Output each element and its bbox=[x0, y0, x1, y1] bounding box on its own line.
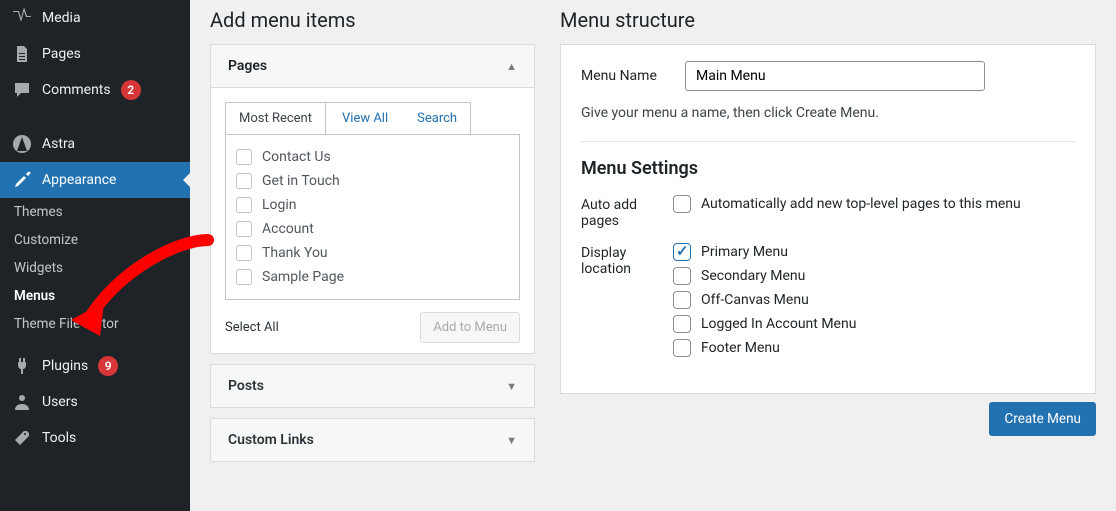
menu-name-label: Menu Name bbox=[581, 68, 671, 84]
accordion-header-pages[interactable]: Pages ▲ bbox=[211, 45, 534, 87]
add-menu-items-column: Add menu items Pages ▲ Most Recent View … bbox=[210, 0, 535, 511]
chevron-down-icon: ▼ bbox=[506, 434, 517, 447]
sidebar-item-media[interactable]: Media bbox=[0, 0, 190, 36]
comments-badge: 2 bbox=[121, 80, 141, 100]
sidebar-item-pages[interactable]: Pages bbox=[0, 36, 190, 72]
sidebar-item-label: Media bbox=[42, 10, 81, 26]
list-item[interactable]: Get in Touch bbox=[234, 169, 511, 193]
sidebar-item-plugins[interactable]: Plugins 9 bbox=[0, 348, 190, 384]
page-checkbox[interactable] bbox=[236, 197, 252, 213]
wrench-icon bbox=[12, 428, 32, 448]
plug-icon bbox=[12, 356, 32, 376]
sidebar-item-label: Appearance bbox=[42, 172, 116, 188]
page-checkbox[interactable] bbox=[236, 269, 252, 285]
list-item[interactable]: Thank You bbox=[234, 241, 511, 265]
tab-most-recent[interactable]: Most Recent bbox=[226, 103, 326, 134]
accordion-header-custom-links[interactable]: Custom Links ▼ bbox=[211, 419, 534, 461]
tab-search[interactable]: Search bbox=[404, 103, 470, 134]
astra-icon bbox=[12, 134, 32, 154]
sidebar-item-label: Comments bbox=[42, 82, 111, 98]
menu-settings-title: Menu Settings bbox=[581, 158, 1075, 179]
sidebar-subitem-menus[interactable]: Menus bbox=[0, 282, 190, 310]
admin-sidebar: Media Pages Comments 2 Astra Appearance … bbox=[0, 0, 190, 511]
sidebar-subitem-theme-file-editor[interactable]: Theme File Editor bbox=[0, 310, 190, 338]
location-checkbox[interactable] bbox=[673, 339, 691, 357]
sidebar-subitem-themes[interactable]: Themes bbox=[0, 198, 190, 226]
menu-structure-panel: Menu Name Give your menu a name, then cl… bbox=[560, 44, 1096, 394]
accordion-custom-links: Custom Links ▼ bbox=[210, 418, 535, 462]
sidebar-item-label: Pages bbox=[42, 46, 81, 62]
location-checkbox[interactable] bbox=[673, 267, 691, 285]
comment-icon bbox=[12, 80, 32, 100]
sidebar-item-label: Astra bbox=[42, 136, 75, 152]
list-item[interactable]: Sample Page bbox=[234, 265, 511, 289]
chevron-down-icon: ▼ bbox=[506, 380, 517, 393]
page-checkbox[interactable] bbox=[236, 149, 252, 165]
auto-add-checkbox[interactable] bbox=[673, 195, 691, 213]
sidebar-item-comments[interactable]: Comments 2 bbox=[0, 72, 190, 108]
media-icon bbox=[12, 8, 32, 28]
location-option[interactable]: Primary Menu bbox=[673, 243, 856, 261]
hint-text: Give your menu a name, then click Create… bbox=[581, 105, 1075, 121]
sidebar-item-label: Tools bbox=[42, 430, 76, 446]
page-checkbox[interactable] bbox=[236, 245, 252, 261]
menu-name-input[interactable] bbox=[685, 61, 985, 91]
accordion-label: Posts bbox=[228, 378, 264, 394]
page-checkbox[interactable] bbox=[236, 221, 252, 237]
add-to-menu-button[interactable]: Add to Menu bbox=[420, 312, 520, 343]
sidebar-item-users[interactable]: Users bbox=[0, 384, 190, 420]
sidebar-subitem-customize[interactable]: Customize bbox=[0, 226, 190, 254]
sidebar-item-astra[interactable]: Astra bbox=[0, 126, 190, 162]
sidebar-subitem-widgets[interactable]: Widgets bbox=[0, 254, 190, 282]
create-menu-button[interactable]: Create Menu bbox=[989, 402, 1096, 436]
list-item[interactable]: Account bbox=[234, 217, 511, 241]
display-location-label: Display location bbox=[581, 243, 659, 277]
plugins-badge: 9 bbox=[98, 356, 118, 376]
location-checkbox[interactable] bbox=[673, 243, 691, 261]
location-checkbox[interactable] bbox=[673, 315, 691, 333]
sidebar-item-label: Users bbox=[42, 394, 78, 410]
user-icon bbox=[12, 392, 32, 412]
chevron-up-icon: ▲ bbox=[506, 60, 517, 73]
menu-structure-column: Menu structure Menu Name Give your menu … bbox=[560, 0, 1096, 511]
pages-tabs: Most Recent View All Search bbox=[225, 102, 471, 134]
display-location-options: Primary Menu Secondary Menu Off-Canvas M… bbox=[673, 243, 856, 363]
location-option[interactable]: Off-Canvas Menu bbox=[673, 291, 856, 309]
brush-icon bbox=[12, 170, 32, 190]
accordion-posts: Posts ▼ bbox=[210, 364, 535, 408]
accordion-label: Custom Links bbox=[228, 432, 314, 448]
location-option[interactable]: Footer Menu bbox=[673, 339, 856, 357]
list-item[interactable]: Contact Us bbox=[234, 145, 511, 169]
list-item[interactable]: Login bbox=[234, 193, 511, 217]
sidebar-item-label: Plugins bbox=[42, 358, 88, 374]
tab-view-all[interactable]: View All bbox=[329, 103, 401, 134]
page-icon bbox=[12, 44, 32, 64]
page-title: Menu structure bbox=[560, 8, 1096, 32]
auto-add-option[interactable]: Automatically add new top-level pages to… bbox=[673, 195, 1021, 213]
location-option[interactable]: Logged In Account Menu bbox=[673, 315, 856, 333]
sidebar-item-tools[interactable]: Tools bbox=[0, 420, 190, 456]
location-option[interactable]: Secondary Menu bbox=[673, 267, 856, 285]
accordion-pages: Pages ▲ Most Recent View All Search Cont… bbox=[210, 44, 535, 354]
divider bbox=[581, 141, 1075, 142]
select-all-link[interactable]: Select All bbox=[225, 320, 279, 335]
accordion-header-posts[interactable]: Posts ▼ bbox=[211, 365, 534, 407]
auto-add-label: Auto add pages bbox=[581, 195, 659, 229]
accordion-label: Pages bbox=[228, 58, 267, 74]
pages-list: Contact Us Get in Touch Login Account Th… bbox=[225, 134, 520, 300]
page-checkbox[interactable] bbox=[236, 173, 252, 189]
location-checkbox[interactable] bbox=[673, 291, 691, 309]
sidebar-item-appearance[interactable]: Appearance bbox=[0, 162, 190, 198]
page-title: Add menu items bbox=[210, 8, 535, 32]
